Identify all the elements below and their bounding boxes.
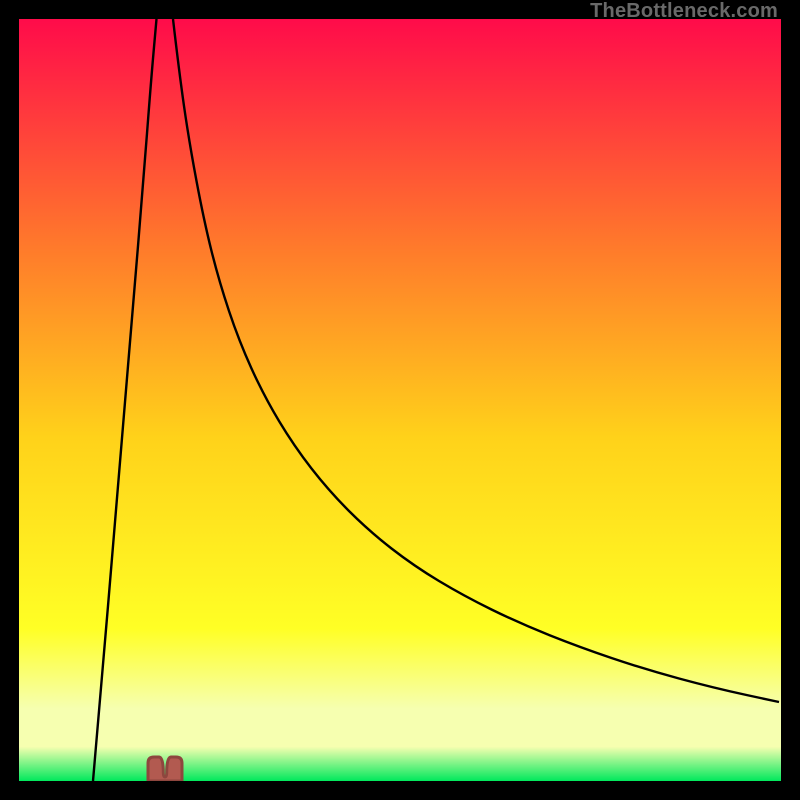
- chart-canvas: [19, 19, 781, 781]
- plot-area: [19, 19, 781, 781]
- outer-frame: TheBottleneck.com: [0, 0, 800, 800]
- gradient-background: [19, 19, 781, 781]
